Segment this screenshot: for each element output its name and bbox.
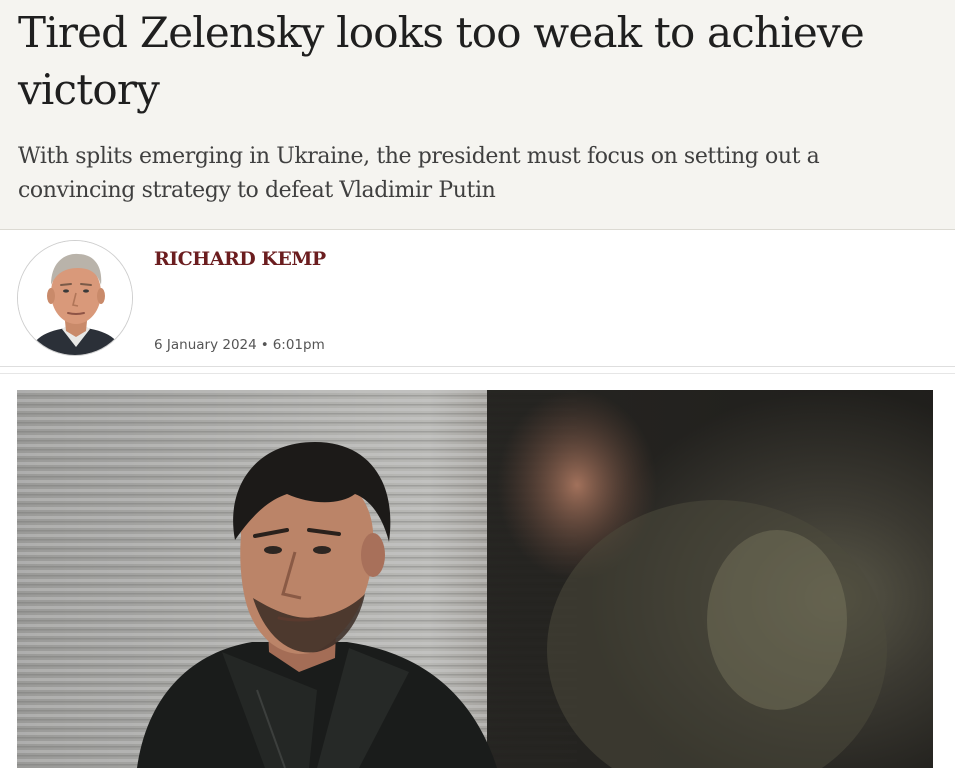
author-portrait-icon: [18, 241, 132, 355]
standfirst: With splits emerging in Ukraine, the pre…: [18, 144, 820, 203]
headline: Tired Zelensky looks too weak to achieve…: [18, 8, 865, 114]
lead-photo-icon: [17, 390, 933, 768]
dateline: 6 January 2024 • 6:01pm: [154, 337, 325, 353]
author-name[interactable]: RICHARD KEMP: [154, 248, 326, 270]
lead-image: [17, 390, 933, 768]
publish-date: 6 January 2024: [154, 337, 257, 353]
publish-time: 6:01pm: [272, 337, 325, 353]
byline: RICHARD KEMP 6 January 2024 • 6:01pm: [0, 231, 955, 367]
section-divider: [0, 373, 955, 374]
date-separator: •: [260, 337, 269, 353]
author-avatar[interactable]: [17, 240, 133, 356]
article-header: Tired Zelensky looks too weak to achieve…: [0, 0, 955, 230]
